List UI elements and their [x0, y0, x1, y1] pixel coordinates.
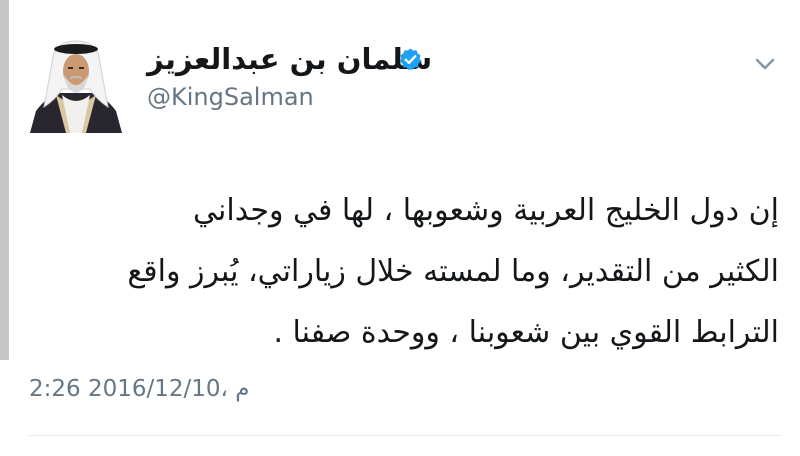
tweet-card: سلمان بن عبدالعزيز @KingSalman إن دول ال…	[9, 0, 800, 456]
author-name[interactable]: سلمان بن عبدالعزيز	[147, 39, 432, 79]
author-avatar[interactable]	[26, 33, 126, 133]
chevron-down-icon[interactable]	[749, 49, 781, 79]
divider	[29, 435, 781, 436]
tweet-text-line: إن دول الخليج العربية وشعوبها ، لها في و…	[193, 193, 779, 228]
tweet-text: إن دول الخليج العربية وشعوبها ، لها في و…	[127, 180, 779, 363]
tweet-text-line: الترابط القوي بين شعوبنا ، ووحدة صفنا .	[273, 315, 779, 350]
tweet-timestamp[interactable]: 2:26 م ،2016/12/10	[29, 372, 250, 406]
author-handle[interactable]: @KingSalman	[147, 82, 314, 112]
tweet-text-line: الكثير من التقدير، وما لمسته خلال زيارات…	[127, 254, 779, 289]
side-scroll-indicator	[0, 0, 9, 360]
verified-badge-icon	[400, 48, 421, 71]
portrait-avatar-icon	[26, 33, 126, 133]
